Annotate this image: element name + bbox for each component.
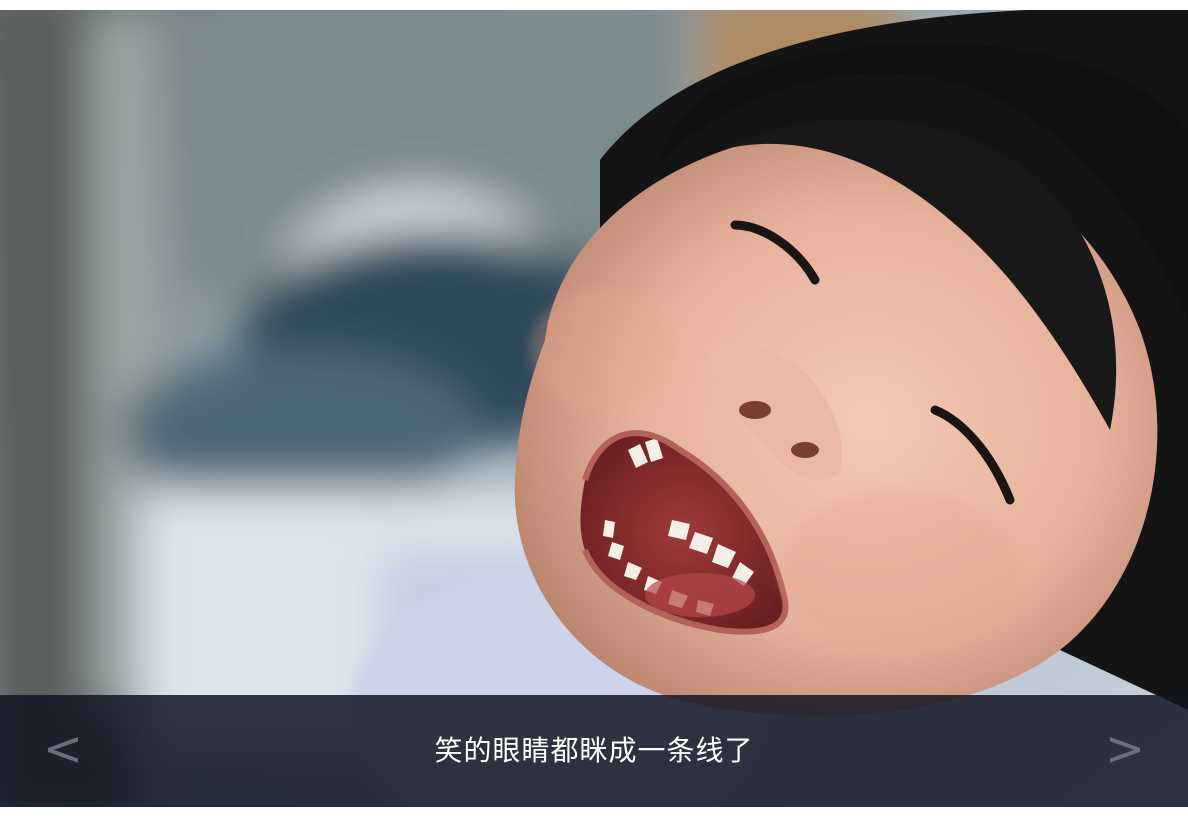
slide-caption: 笑的眼睛都眯成一条线了 [434, 734, 754, 767]
photo-slideshow: < 笑的眼睛都眯成一条线了 > [0, 10, 1188, 807]
slide-photo [0, 10, 1188, 807]
next-slide-button[interactable]: > [1080, 695, 1170, 807]
caption-bar: < 笑的眼睛都眯成一条线了 > [0, 695, 1188, 807]
